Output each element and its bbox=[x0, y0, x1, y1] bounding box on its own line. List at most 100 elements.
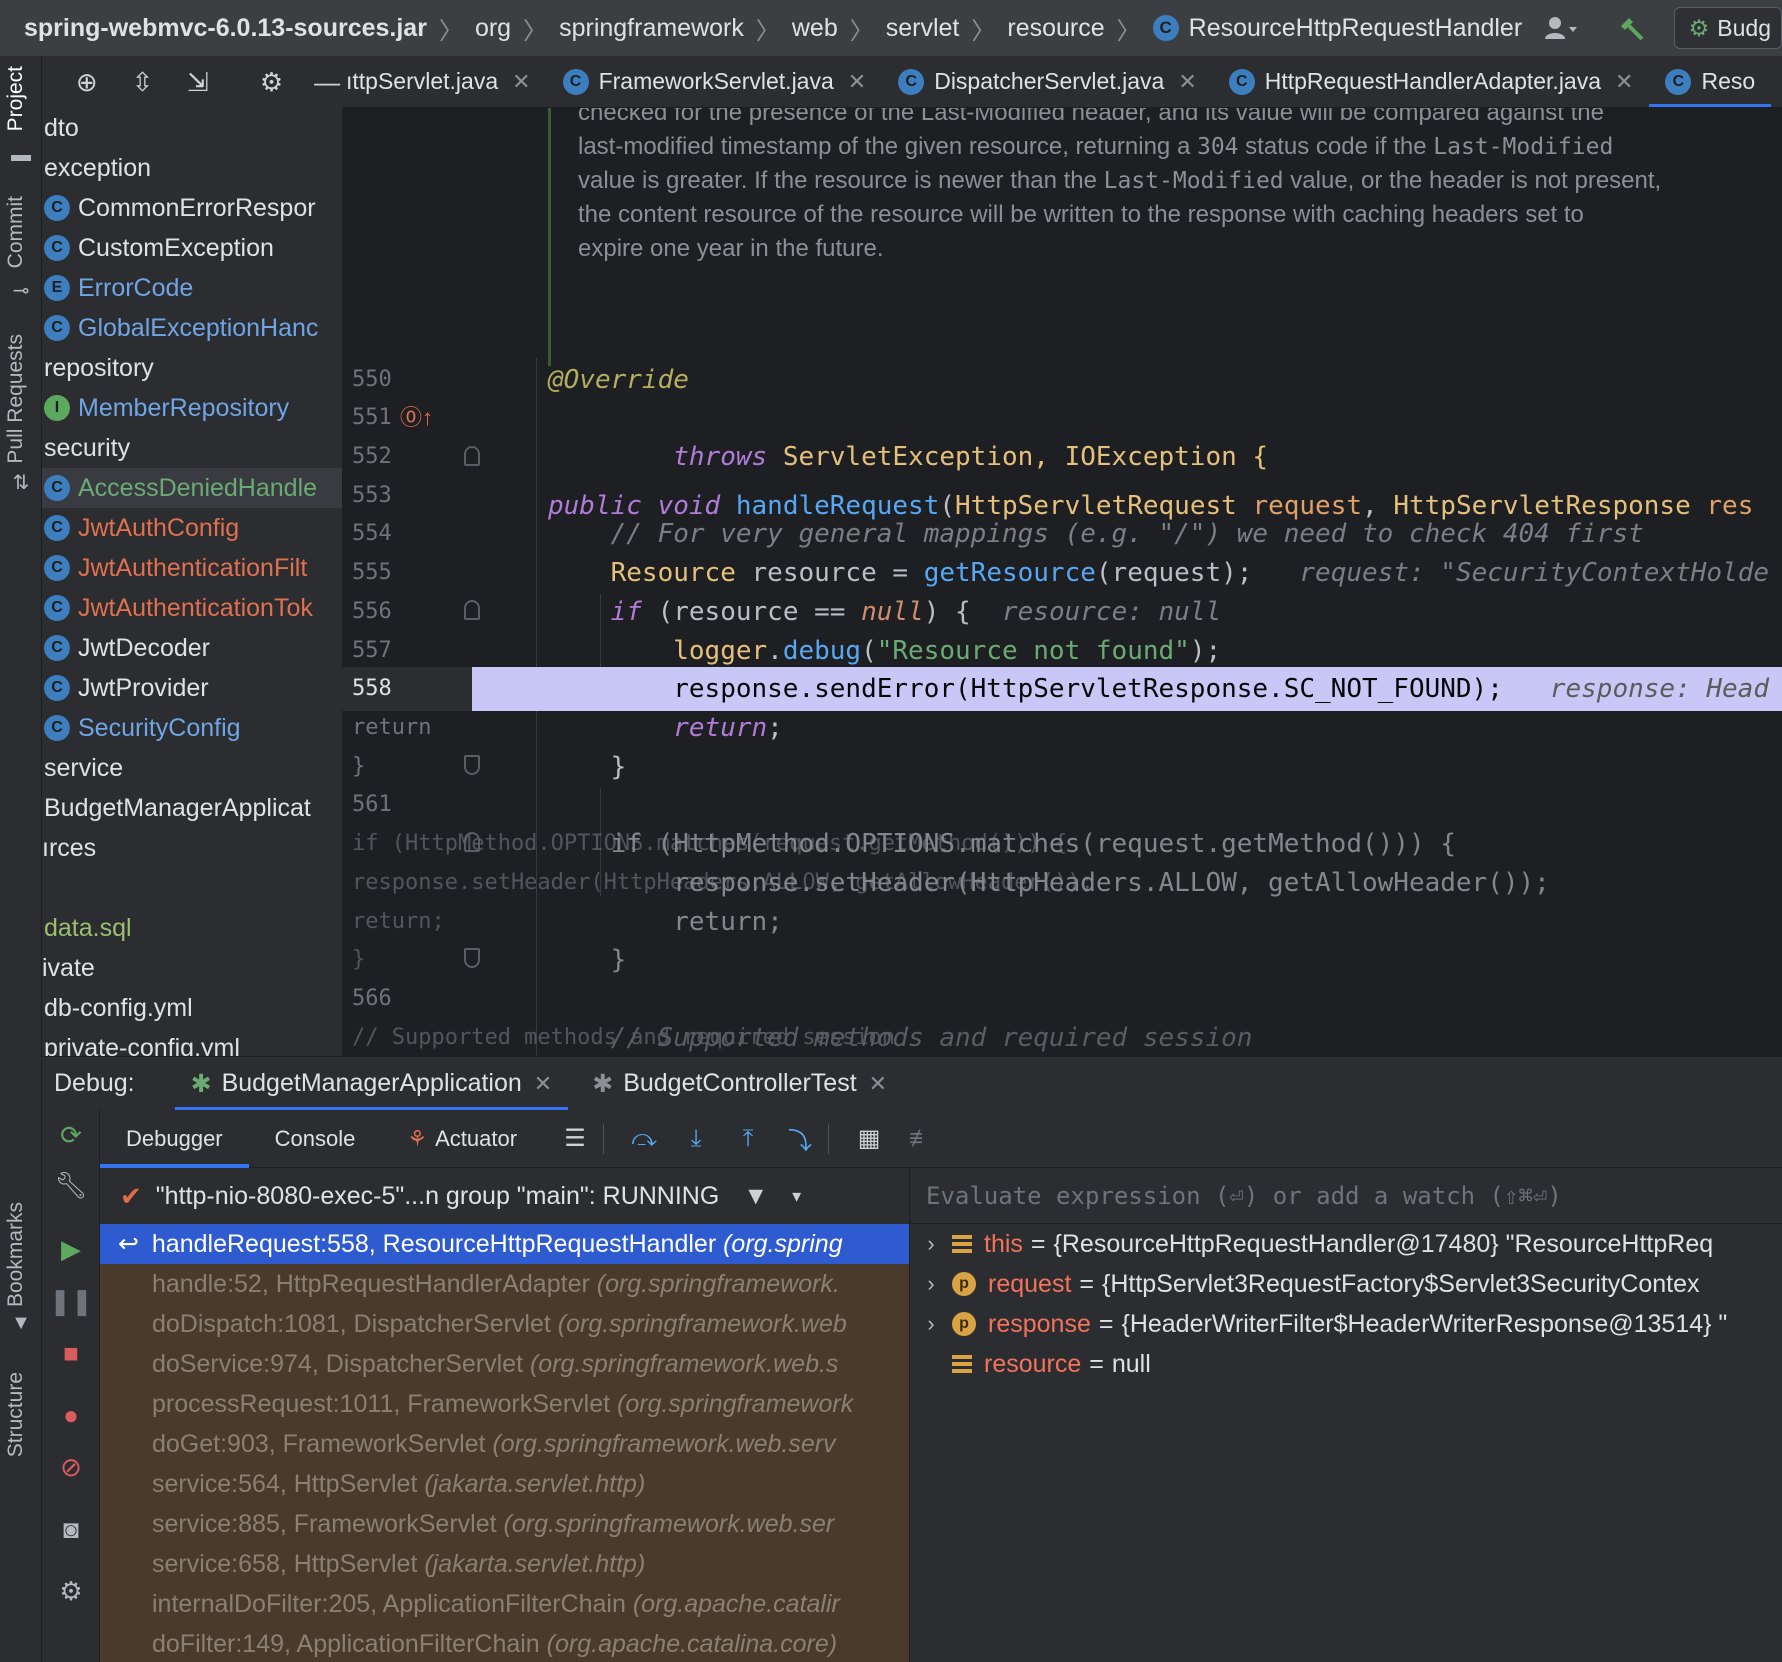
locate-icon[interactable]: ⊕ bbox=[72, 67, 102, 97]
project-tree-item[interactable]: security bbox=[42, 428, 342, 468]
expand-all-icon[interactable]: ⇳ bbox=[128, 67, 158, 97]
stack-frame[interactable]: doGet:903, FrameworkServlet (org.springf… bbox=[100, 1424, 909, 1464]
breadcrumb-jar[interactable]: spring-webmvc-6.0.13-sources.jar bbox=[24, 14, 427, 43]
settings-wrench-icon[interactable]: 🔧︎ bbox=[55, 1170, 88, 1200]
editor-tab[interactable]: C DispatcherServlet.java ✕ bbox=[882, 56, 1213, 107]
project-tree-item[interactable]: db-config.yml bbox=[42, 988, 342, 1028]
stack-frame[interactable]: service:658, HttpServlet (jakarta.servle… bbox=[100, 1544, 909, 1584]
tab-actuator[interactable]: ⚘ Actuator bbox=[381, 1110, 543, 1168]
close-icon[interactable]: ✕ bbox=[869, 1071, 887, 1097]
project-tree-item[interactable]: C JwtAuthConfig bbox=[42, 508, 342, 548]
project-tool-window-tab[interactable]: Project bbox=[4, 66, 28, 131]
project-tree-item[interactable]: C SecurityConfig bbox=[42, 708, 342, 748]
breadcrumb-springframework[interactable]: springframework bbox=[559, 14, 744, 43]
close-icon[interactable]: ✕ bbox=[1178, 69, 1196, 95]
project-tree-item[interactable]: I MemberRepository bbox=[42, 388, 342, 428]
project-tree-item[interactable]: exception bbox=[42, 148, 342, 188]
editor-tab[interactable]: C HttpRequestHandlerAdapter.java ✕ bbox=[1213, 56, 1650, 107]
close-icon[interactable]: ✕ bbox=[534, 1071, 552, 1097]
code-editor[interactable]: checked for the presence of the Last-Mod… bbox=[342, 108, 1782, 1056]
project-tree-item[interactable]: C JwtDecoder bbox=[42, 628, 342, 668]
stack-frame[interactable]: doService:974, DispatcherServlet (org.sp… bbox=[100, 1344, 909, 1384]
variable-row[interactable]: › this = {ResourceHttpRequestHandler@17480}… bbox=[910, 1224, 1782, 1264]
project-tree-item[interactable]: C AccessDeniedHandle bbox=[42, 468, 342, 508]
breadcrumb-web[interactable]: web bbox=[792, 14, 838, 43]
step-over-icon[interactable]: ⤼ bbox=[624, 1119, 664, 1159]
project-tree-item[interactable]: C GlobalExceptionHanc bbox=[42, 308, 342, 348]
project-tree-item[interactable] bbox=[42, 868, 342, 908]
stack-frame[interactable]: handle:52, HttpRequestHandlerAdapter (or… bbox=[100, 1264, 909, 1304]
stack-frame[interactable]: service:564, HttpServlet (jakarta.servle… bbox=[100, 1464, 909, 1504]
debug-session-tab-budgetmanager[interactable]: ✱ BudgetManagerApplication ✕ bbox=[174, 1057, 569, 1111]
stack-frame[interactable]: doFilter:149, ApplicationFilterChain (or… bbox=[100, 1624, 909, 1662]
variable-row[interactable]: › p response = {HeaderWriterFilter$HeaderWri… bbox=[910, 1304, 1782, 1344]
editor-tab[interactable]: ıttpServlet.java ✕ bbox=[342, 56, 547, 107]
build-hammer-icon[interactable] bbox=[1608, 5, 1654, 51]
fold-marker[interactable] bbox=[464, 755, 480, 775]
stack-frame[interactable]: internalDoFilter:205, ApplicationFilterC… bbox=[100, 1584, 909, 1624]
pull-requests-tool-window-tab[interactable]: Pull Requests bbox=[4, 334, 28, 464]
stack-frame[interactable]: processRequest:1011, FrameworkServlet (o… bbox=[100, 1384, 909, 1424]
override-method-icon[interactable]: ⓪↑ bbox=[400, 396, 433, 440]
run-configuration-selector[interactable]: ⚙ Budg bbox=[1673, 7, 1782, 49]
project-tree-item[interactable]: E ErrorCode bbox=[42, 268, 342, 308]
project-tree-item[interactable]: C JwtAuthenticationFilt bbox=[42, 548, 342, 588]
project-tree-item[interactable]: repository bbox=[42, 348, 342, 388]
fold-marker[interactable] bbox=[464, 832, 480, 852]
view-breakpoints-icon[interactable]: ● bbox=[56, 1400, 86, 1430]
fold-marker[interactable] bbox=[464, 446, 480, 466]
bookmarks-tool-window-tab[interactable]: Bookmarks bbox=[4, 1202, 28, 1307]
breadcrumb-resource[interactable]: resource bbox=[1007, 14, 1104, 43]
step-into-icon[interactable]: ⤓ bbox=[676, 1119, 716, 1159]
tab-debugger[interactable]: Debugger bbox=[100, 1110, 249, 1168]
restore-layout-icon[interactable]: ☰ bbox=[555, 1119, 595, 1159]
editor-tab[interactable]: C Reso bbox=[1649, 56, 1771, 107]
hide-icon[interactable]: — bbox=[312, 67, 342, 97]
project-tree-item[interactable]: ivate bbox=[42, 948, 342, 988]
stack-frame[interactable]: service:885, FrameworkServlet (org.sprin… bbox=[100, 1504, 909, 1544]
evaluate-expression-input[interactable]: Evaluate expression (⏎) or add a watch (… bbox=[910, 1168, 1782, 1224]
project-tree-item[interactable]: dto bbox=[42, 108, 342, 148]
breadcrumb-class[interactable]: ResourceHttpRequestHandler bbox=[1189, 14, 1523, 43]
filter-icon[interactable]: ▼ bbox=[743, 1182, 768, 1211]
collapse-all-icon[interactable]: ⇲ bbox=[183, 67, 213, 97]
editor-tab[interactable]: C FrameworkServlet.java ✕ bbox=[547, 56, 883, 107]
variable-row[interactable]: › p request = {HttpServlet3RequestFactory$Se… bbox=[910, 1264, 1782, 1304]
stop-icon[interactable]: ■ bbox=[56, 1338, 86, 1368]
project-tree-item[interactable]: C CommonErrorRespor bbox=[42, 188, 342, 228]
evaluate-expression-icon[interactable]: ▦ bbox=[849, 1119, 889, 1159]
pause-icon[interactable]: ❚❚ bbox=[49, 1286, 93, 1316]
project-tree-item[interactable]: C CustomException bbox=[42, 228, 342, 268]
breadcrumb-servlet[interactable]: servlet bbox=[886, 14, 960, 43]
stack-frame[interactable]: ↩ handleRequest:558, ResourceHttpRequest… bbox=[100, 1224, 909, 1264]
camera-icon[interactable]: ◙ bbox=[56, 1514, 86, 1544]
structure-tool-window-tab[interactable]: Structure bbox=[4, 1372, 28, 1457]
chevron-right-icon[interactable]: › bbox=[910, 1264, 952, 1304]
stack-frame[interactable]: doDispatch:1081, DispatcherServlet (org.… bbox=[100, 1304, 909, 1344]
close-icon[interactable]: ✕ bbox=[1615, 69, 1633, 95]
project-tree-item[interactable]: ırces bbox=[42, 828, 342, 868]
debug-session-tab-controllertest[interactable]: ✱ BudgetControllerTest ✕ bbox=[576, 1057, 903, 1111]
close-icon[interactable]: ✕ bbox=[848, 69, 866, 95]
breadcrumb-org[interactable]: org bbox=[475, 14, 511, 43]
user-icon[interactable] bbox=[1538, 5, 1584, 51]
gear-icon[interactable]: ⚙ bbox=[257, 67, 287, 97]
fold-marker[interactable] bbox=[464, 948, 480, 968]
project-tree-item[interactable]: data.sql bbox=[42, 908, 342, 948]
project-tree-item[interactable]: C JwtProvider bbox=[42, 668, 342, 708]
close-icon[interactable]: ✕ bbox=[512, 69, 530, 95]
commit-tool-window-tab[interactable]: Commit bbox=[4, 196, 28, 268]
resume-icon[interactable]: ▶ bbox=[56, 1234, 86, 1264]
thread-selector[interactable]: ✔ "http-nio-8080-exec-5"...n group "main… bbox=[100, 1168, 909, 1224]
project-tree-item[interactable]: C JwtAuthenticationTok bbox=[42, 588, 342, 628]
project-tree-item[interactable]: private-config.yml bbox=[42, 1028, 342, 1056]
rerun-icon[interactable]: ⟳ bbox=[56, 1120, 86, 1150]
run-to-cursor-icon[interactable]: ⤵ bbox=[780, 1119, 820, 1159]
mute-breakpoints-icon[interactable]: ⊘ bbox=[56, 1452, 86, 1482]
fold-marker[interactable] bbox=[464, 600, 480, 620]
variable-row[interactable]: resource = null bbox=[910, 1344, 1782, 1384]
chevron-right-icon[interactable]: › bbox=[910, 1224, 952, 1264]
project-tree-item[interactable]: service bbox=[42, 748, 342, 788]
project-tree-item[interactable]: BudgetManagerApplicat bbox=[42, 788, 342, 828]
chevron-down-icon[interactable]: ▾ bbox=[792, 1186, 801, 1207]
